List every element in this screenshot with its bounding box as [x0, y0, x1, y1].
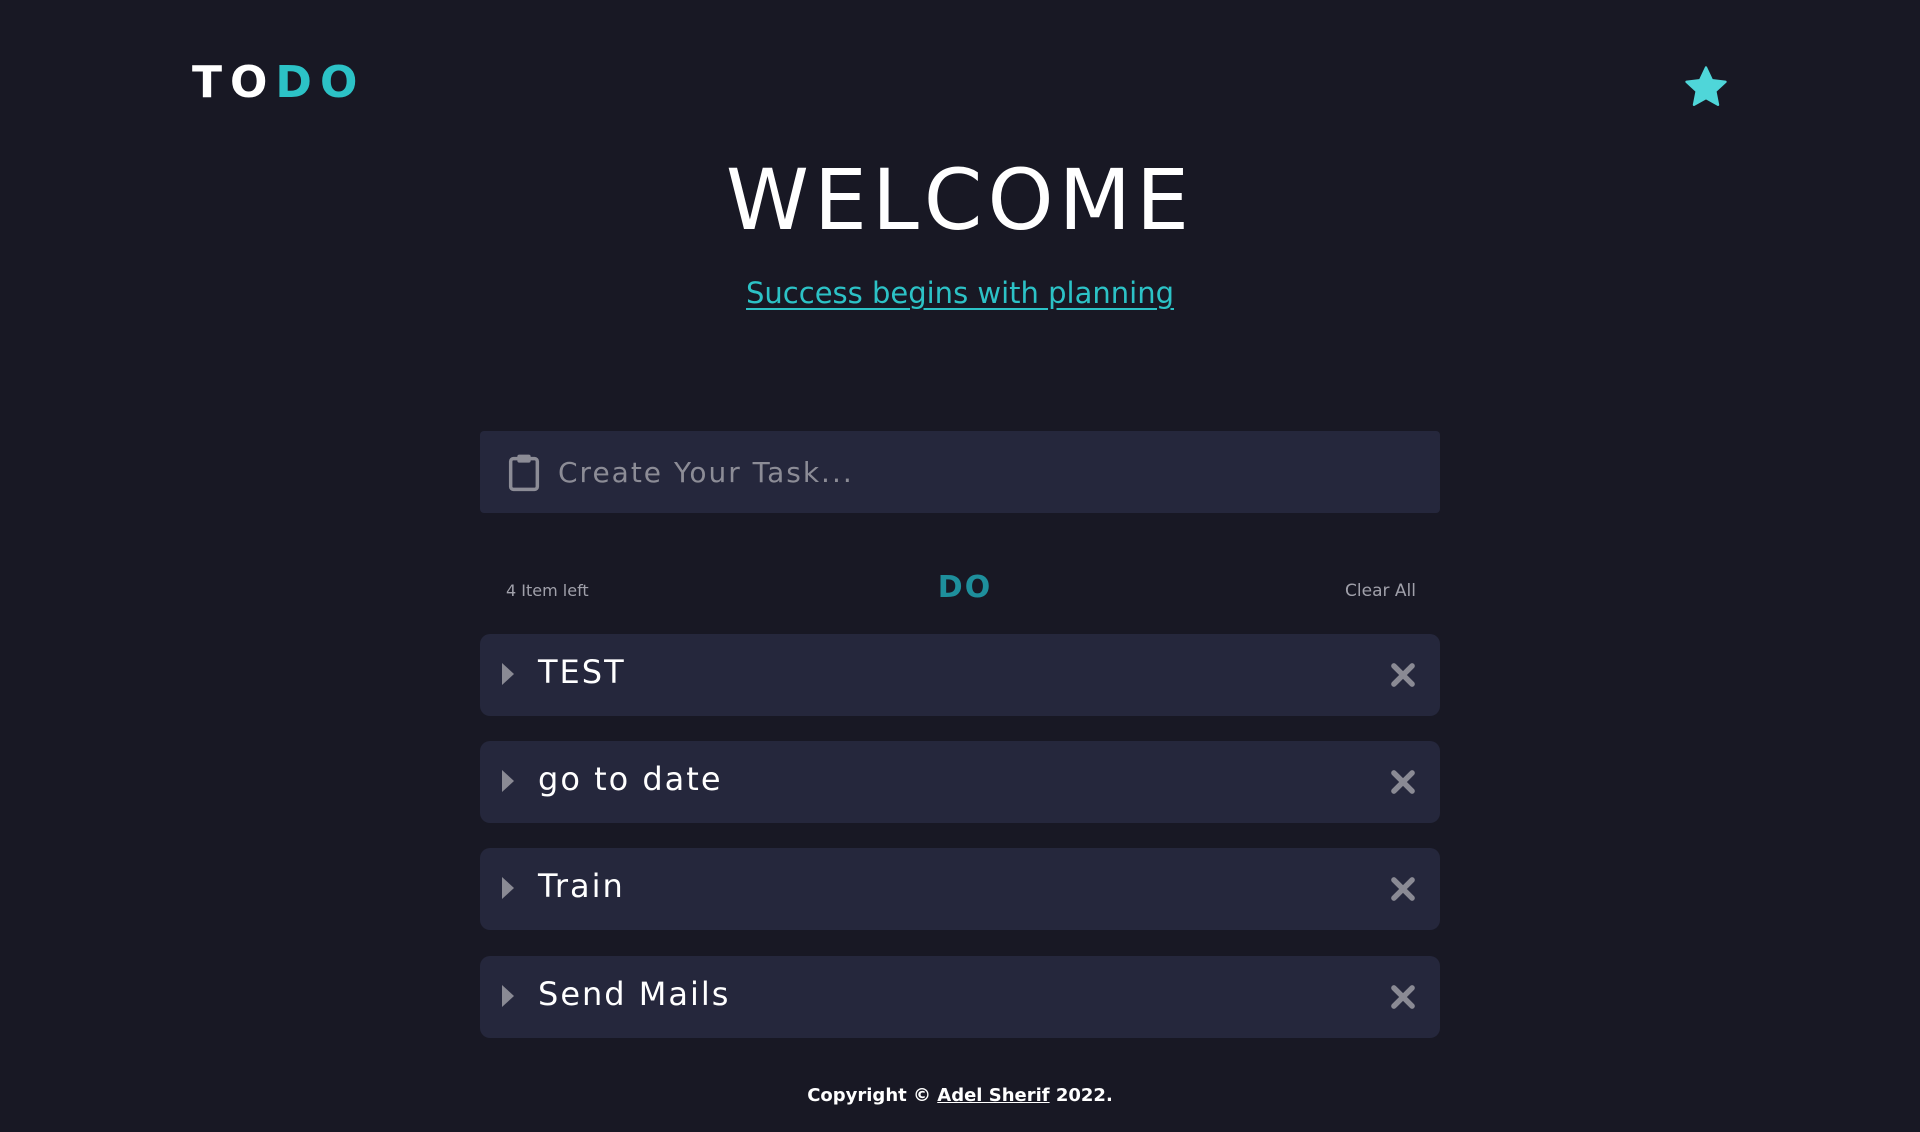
caret-right-icon[interactable] [502, 663, 514, 685]
task-input-container [480, 431, 1440, 513]
author-link[interactable]: Adel Sherif [937, 1085, 1049, 1106]
logo-part-to: TO [192, 57, 276, 108]
task-item[interactable]: TEST [480, 634, 1440, 716]
caret-right-icon[interactable] [502, 770, 514, 792]
tagline-container: Success begins with planning [0, 276, 1920, 310]
task-label: go to date [538, 760, 723, 798]
task-item[interactable]: Train [480, 848, 1440, 930]
list-controls: 4 Item left DO Clear All [480, 570, 1440, 610]
task-label: TEST [538, 653, 626, 691]
tagline-link[interactable]: Success begins with planning [746, 276, 1174, 310]
logo-part-do: DO [275, 57, 366, 108]
close-icon[interactable] [1390, 984, 1416, 1010]
task-label: Train [538, 867, 625, 905]
caret-right-icon[interactable] [502, 985, 514, 1007]
clear-all-button[interactable]: Clear All [1345, 581, 1416, 601]
filter-do-label[interactable]: DO [480, 570, 1450, 605]
task-item[interactable]: go to date [480, 741, 1440, 823]
star-icon[interactable] [1683, 64, 1729, 110]
close-icon[interactable] [1390, 769, 1416, 795]
copyright-prefix: Copyright © [807, 1085, 938, 1106]
close-icon[interactable] [1390, 662, 1416, 688]
page-title: WELCOME [725, 151, 1195, 249]
task-input[interactable] [556, 454, 1440, 490]
task-item[interactable]: Send Mails [480, 956, 1440, 1038]
clipboard-icon [508, 454, 540, 492]
caret-right-icon[interactable] [502, 877, 514, 899]
footer: Copyright © Adel Sherif 2022. [0, 1085, 1920, 1106]
close-icon[interactable] [1390, 876, 1416, 902]
copyright-year: 2022. [1049, 1085, 1113, 1106]
app-logo: TODO [192, 58, 365, 108]
task-label: Send Mails [538, 975, 731, 1013]
